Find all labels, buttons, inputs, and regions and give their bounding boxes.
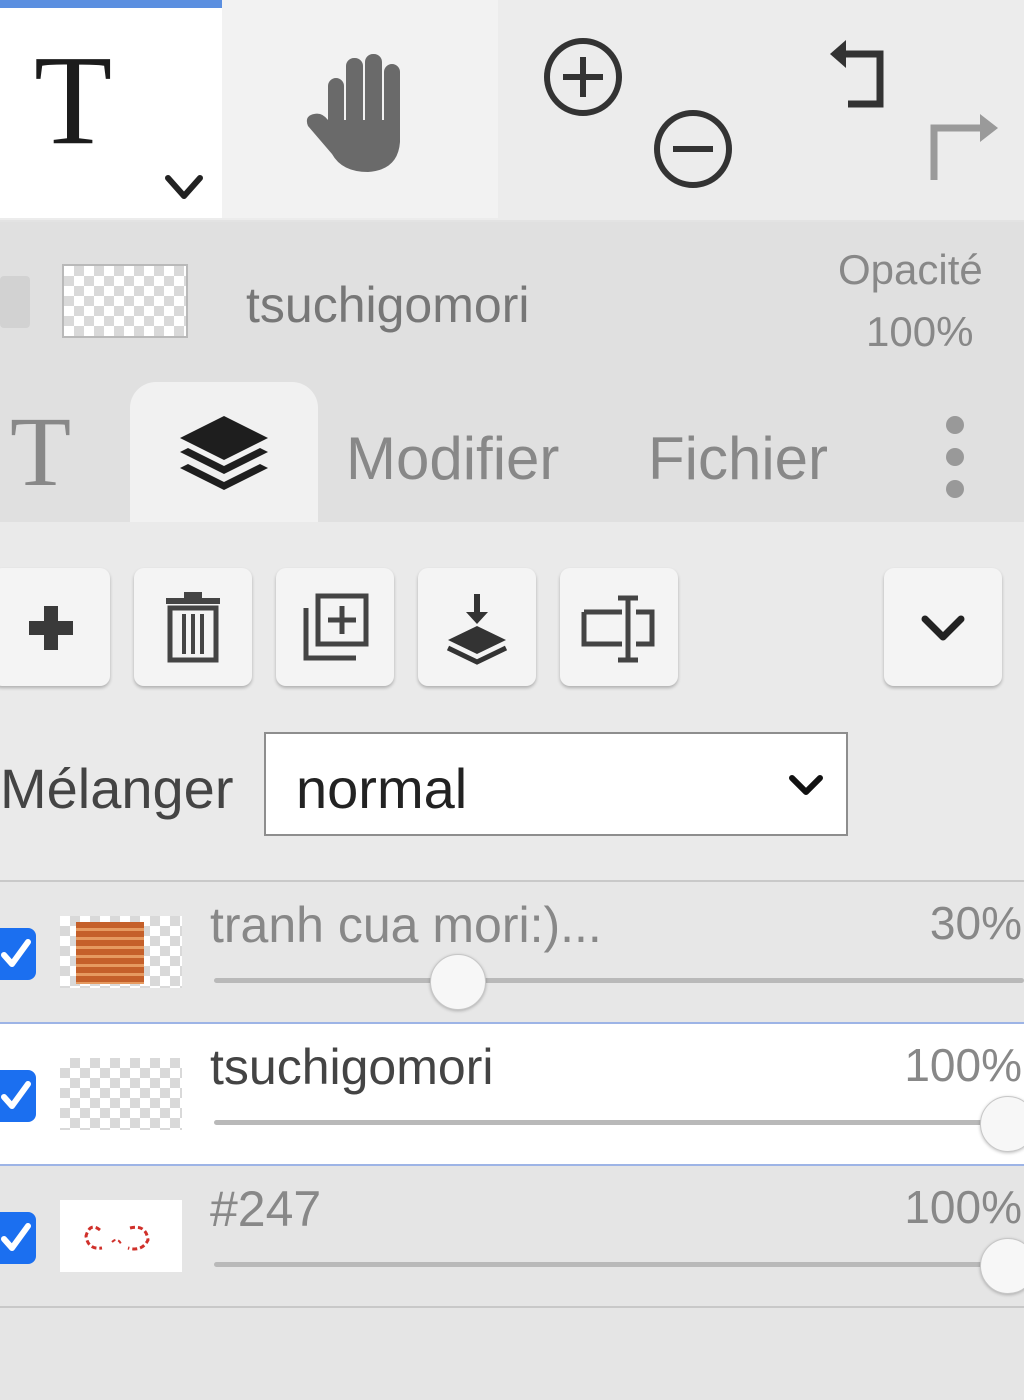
layer-thumbnail bbox=[60, 1200, 182, 1272]
layer-visibility-checkbox[interactable] bbox=[0, 928, 36, 980]
text-cursor-icon bbox=[581, 595, 655, 663]
more-menu-button[interactable] bbox=[930, 412, 980, 502]
duplicate-layer-button[interactable] bbox=[276, 568, 394, 686]
merge-down-button[interactable] bbox=[418, 568, 536, 686]
opacity-slider-track[interactable] bbox=[214, 1262, 1024, 1267]
opacity-slider-handle[interactable] bbox=[980, 1238, 1024, 1294]
text-tab-glyph: T bbox=[10, 396, 72, 507]
check-icon bbox=[1, 939, 31, 967]
zoom-out-icon[interactable] bbox=[650, 106, 736, 192]
check-icon bbox=[1, 1081, 31, 1109]
layer-name: #247 bbox=[210, 1181, 322, 1237]
layer-thumbnail-artwork bbox=[84, 1225, 150, 1251]
opacity-slider-track[interactable] bbox=[214, 1120, 1024, 1125]
duplicate-icon bbox=[303, 593, 369, 661]
tab-layers[interactable] bbox=[130, 382, 318, 524]
layer-options-dropdown-button[interactable] bbox=[884, 568, 1002, 686]
zoom-in-icon[interactable] bbox=[540, 34, 626, 120]
layer-visibility-checkbox[interactable] bbox=[0, 1212, 36, 1264]
chevron-down-icon bbox=[789, 775, 823, 795]
opacity-value: 100% bbox=[866, 308, 974, 355]
opacity-slider-handle[interactable] bbox=[430, 954, 486, 1010]
add-layer-button[interactable] bbox=[0, 568, 110, 686]
hand-tool-button[interactable] bbox=[222, 0, 498, 218]
undo-icon[interactable] bbox=[814, 34, 900, 120]
merge-down-icon bbox=[446, 594, 508, 665]
opacity-slider-track[interactable] bbox=[214, 978, 1024, 983]
current-layer-thumbnail bbox=[62, 264, 188, 338]
layer-name: tranh cua mori:)... bbox=[210, 897, 602, 953]
opacity-label: Opacité bbox=[838, 246, 983, 293]
blend-mode-label: Mélanger bbox=[0, 757, 234, 820]
plus-icon bbox=[29, 606, 73, 650]
layer-name: tsuchigomori bbox=[210, 1039, 494, 1095]
blend-mode-select[interactable]: normal bbox=[264, 732, 848, 836]
layer-opacity: 100% bbox=[904, 1181, 1022, 1233]
current-layer-checkbox[interactable] bbox=[0, 276, 30, 328]
layer-thumbnail bbox=[60, 1058, 182, 1130]
tab-file[interactable]: Fichier bbox=[648, 424, 828, 493]
tab-text[interactable]: T bbox=[0, 400, 130, 520]
layer-thumbnail bbox=[60, 916, 182, 988]
chevron-down-icon bbox=[921, 615, 965, 641]
layer-row[interactable]: tsuchigomori 100% bbox=[0, 1024, 1024, 1166]
tab-modifier[interactable]: Modifier bbox=[346, 424, 559, 493]
layer-row[interactable]: tranh cua mori:)... 30% bbox=[0, 882, 1024, 1024]
blend-mode-value: normal bbox=[296, 757, 468, 820]
kebab-icon bbox=[946, 416, 964, 434]
text-tool-button[interactable]: T bbox=[0, 0, 222, 218]
layer-opacity: 30% bbox=[929, 897, 1022, 949]
chevron-down-icon[interactable] bbox=[162, 168, 206, 208]
opacity-slider-handle[interactable] bbox=[980, 1096, 1024, 1152]
hand-icon bbox=[306, 54, 400, 172]
check-icon bbox=[1, 1223, 31, 1251]
trash-icon bbox=[166, 592, 220, 663]
redo-icon[interactable] bbox=[920, 106, 1006, 192]
layer-thumbnail-artwork bbox=[76, 922, 144, 984]
layer-visibility-checkbox[interactable] bbox=[0, 1070, 36, 1122]
current-layer-name: tsuchigomori bbox=[246, 277, 530, 333]
layer-opacity: 100% bbox=[904, 1039, 1022, 1091]
rename-layer-button[interactable] bbox=[560, 568, 678, 686]
text-tool-glyph: T bbox=[34, 29, 113, 171]
layers-icon bbox=[180, 416, 268, 490]
panel-empty-area bbox=[0, 1308, 1024, 1400]
delete-layer-button[interactable] bbox=[134, 568, 252, 686]
layer-row[interactable]: #247 100% bbox=[0, 1166, 1024, 1308]
